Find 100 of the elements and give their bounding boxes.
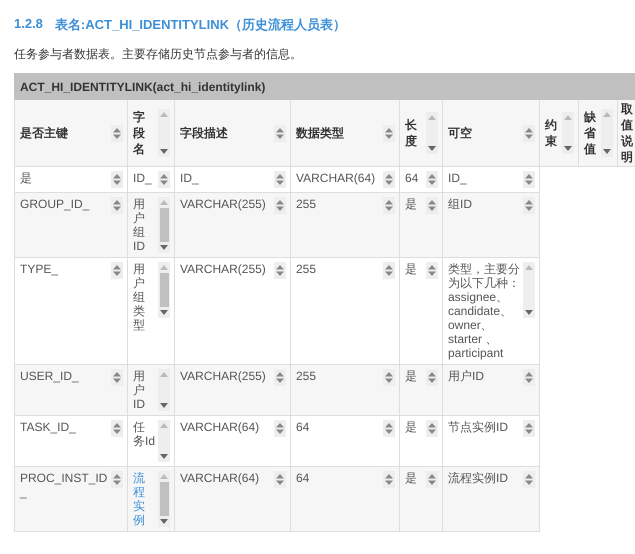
scroll-down-icon[interactable] bbox=[160, 454, 168, 459]
scrollbar[interactable] bbox=[426, 112, 438, 154]
scrollbar[interactable] bbox=[601, 109, 613, 157]
column-header: 数据类型 bbox=[296, 125, 345, 141]
table-cell-text: ID_ bbox=[133, 171, 153, 185]
scroll-up-icon[interactable] bbox=[160, 265, 168, 270]
sort-button[interactable] bbox=[274, 471, 286, 488]
sort-button[interactable] bbox=[383, 171, 395, 188]
column-header: 是否主键 bbox=[20, 125, 69, 141]
sort-button[interactable] bbox=[274, 171, 286, 188]
sort-button[interactable] bbox=[426, 171, 438, 188]
table-cell-text: 64 bbox=[296, 420, 310, 434]
scroll-up-icon[interactable] bbox=[160, 200, 168, 205]
table-cell-text: VARCHAR(255) bbox=[180, 369, 267, 383]
sort-button[interactable] bbox=[274, 369, 286, 386]
sort-button[interactable] bbox=[383, 420, 395, 437]
scroll-thumb[interactable] bbox=[160, 208, 168, 242]
scroll-down-icon[interactable] bbox=[603, 149, 611, 154]
table-cell-text: VARCHAR(255) bbox=[180, 262, 267, 276]
table-cell-text: 64 bbox=[296, 471, 310, 485]
scroll-up-icon[interactable] bbox=[525, 265, 533, 270]
sort-button[interactable] bbox=[383, 124, 395, 142]
table-cell-text: 是 bbox=[405, 471, 418, 485]
scroll-thumb[interactable] bbox=[160, 482, 168, 516]
scroll-up-icon[interactable] bbox=[160, 112, 168, 117]
sort-button[interactable] bbox=[158, 171, 170, 188]
scroll-down-icon[interactable] bbox=[160, 519, 168, 524]
table-cell-text: 组ID bbox=[448, 197, 473, 211]
scroll-down-icon[interactable] bbox=[160, 403, 168, 408]
table-cell-text: 用户ID bbox=[133, 369, 146, 411]
table-cell-text: VARCHAR(64) bbox=[180, 471, 260, 485]
scroll-down-icon[interactable] bbox=[525, 310, 533, 315]
sort-button[interactable] bbox=[523, 197, 535, 214]
scroll-up-icon[interactable] bbox=[160, 474, 168, 479]
scrollbar[interactable] bbox=[158, 420, 170, 462]
table-cell-text: 用户组类型 bbox=[133, 262, 146, 332]
sort-button[interactable] bbox=[523, 420, 535, 437]
column-header: 缺省值 bbox=[584, 109, 597, 157]
scrollbar[interactable] bbox=[158, 471, 170, 527]
column-header: 约束 bbox=[545, 117, 558, 149]
table-cell-text: 64 bbox=[405, 171, 420, 185]
sort-button[interactable] bbox=[274, 420, 286, 437]
sort-button[interactable] bbox=[383, 471, 395, 488]
sort-button[interactable] bbox=[274, 124, 286, 142]
column-header: 字段描述 bbox=[180, 125, 229, 141]
scroll-thumb[interactable] bbox=[160, 273, 168, 307]
sort-button[interactable] bbox=[383, 369, 395, 386]
table-cell-text: TYPE_ bbox=[20, 262, 60, 276]
sort-button[interactable] bbox=[523, 471, 535, 488]
sort-button[interactable] bbox=[426, 262, 438, 279]
sort-button[interactable] bbox=[111, 124, 123, 142]
scroll-down-icon[interactable] bbox=[428, 146, 436, 151]
table-cell-text: 用户ID bbox=[448, 369, 485, 383]
sort-button[interactable] bbox=[426, 420, 438, 437]
column-header: 可空 bbox=[448, 125, 473, 141]
sort-button[interactable] bbox=[111, 262, 123, 279]
table-cell-text: 是 bbox=[405, 197, 418, 211]
sort-button[interactable] bbox=[274, 197, 286, 214]
table-cell-text: TASK_ID_ bbox=[20, 420, 77, 434]
scroll-down-icon[interactable] bbox=[564, 146, 572, 151]
sort-button[interactable] bbox=[383, 262, 395, 279]
scroll-up-icon[interactable] bbox=[160, 372, 168, 377]
scrollbar[interactable] bbox=[523, 262, 535, 318]
table-cell-text: 是 bbox=[20, 171, 33, 185]
column-header: 长度 bbox=[405, 117, 418, 149]
table-cell-text: ID_ bbox=[180, 171, 200, 185]
table-cell-text: 255 bbox=[296, 369, 318, 383]
sort-button[interactable] bbox=[111, 420, 123, 437]
scroll-up-icon[interactable] bbox=[564, 115, 572, 120]
table-cell-text: 流程实例ID bbox=[448, 471, 509, 485]
scroll-down-icon[interactable] bbox=[160, 310, 168, 315]
scroll-down-icon[interactable] bbox=[160, 149, 168, 154]
scroll-down-icon[interactable] bbox=[160, 245, 168, 250]
sort-button[interactable] bbox=[383, 197, 395, 214]
sort-button[interactable] bbox=[111, 369, 123, 386]
sort-button[interactable] bbox=[274, 262, 286, 279]
sort-button[interactable] bbox=[111, 171, 123, 188]
table-cell-text: ID_ bbox=[448, 171, 468, 185]
sort-button[interactable] bbox=[111, 197, 123, 214]
table-cell-text: VARCHAR(255) bbox=[180, 197, 267, 211]
scrollbar[interactable] bbox=[158, 262, 170, 318]
scrollbar[interactable] bbox=[158, 109, 170, 157]
scroll-up-icon[interactable] bbox=[160, 423, 168, 428]
sort-button[interactable] bbox=[523, 369, 535, 386]
table-cell: 类型，主要分为以下几种：assignee、candidate、owner、starter 、participant bbox=[448, 262, 521, 360]
column-header: 字段名 bbox=[133, 109, 146, 157]
scrollbar[interactable] bbox=[158, 369, 170, 411]
scrollbar[interactable] bbox=[562, 112, 574, 154]
scroll-up-icon[interactable] bbox=[428, 115, 436, 120]
sort-button[interactable] bbox=[426, 471, 438, 488]
table-cell-text: PROC_INST_ID_ bbox=[20, 471, 108, 499]
table-cell-text: 用户组ID bbox=[133, 197, 146, 253]
scrollbar[interactable] bbox=[158, 197, 170, 253]
sort-button[interactable] bbox=[523, 171, 535, 188]
sort-button[interactable] bbox=[426, 197, 438, 214]
sort-button[interactable] bbox=[111, 471, 123, 488]
sort-button[interactable] bbox=[426, 369, 438, 386]
sort-button[interactable] bbox=[523, 124, 535, 142]
scroll-up-icon[interactable] bbox=[603, 112, 611, 117]
table-cell-text: VARCHAR(64) bbox=[180, 420, 260, 434]
